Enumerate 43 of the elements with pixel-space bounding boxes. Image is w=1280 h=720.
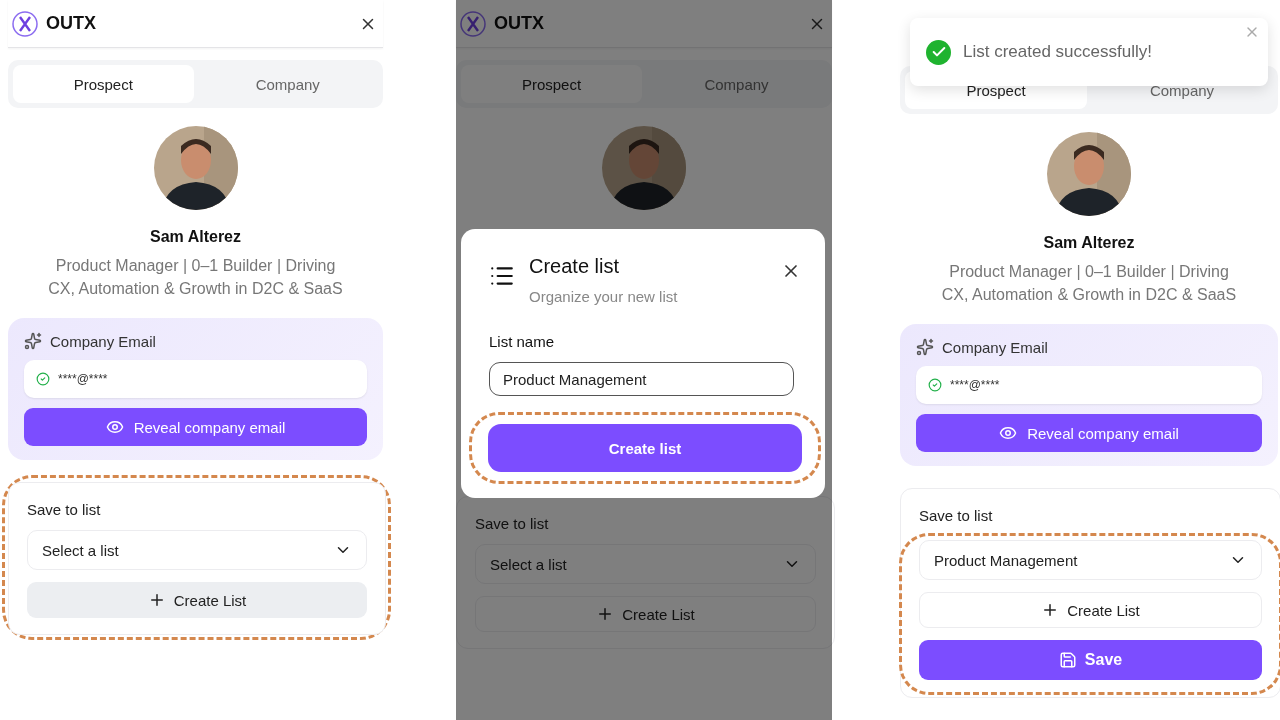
check-icon [926,39,951,65]
list-select[interactable]: Select a list [27,530,367,570]
sparkle-icon [24,332,42,350]
create-list-button[interactable]: Create List [475,596,816,632]
prospect-headline: Product Manager | 0–1 Builder | Driving CX, Automation & Growth in D2C & SaaS [47,256,344,299]
toast-message: List created successfully! [963,42,1153,62]
check-circle-icon [36,372,50,386]
prospect-headline: Product Manager | 0–1 Builder | Driving CX, Automation & Growth in D2C & SaaS [940,262,1238,305]
check-circle-icon [928,378,942,392]
tab[interactable]: Prospect [461,65,642,103]
create-list-button[interactable]: Create List [919,592,1262,628]
tab[interactable]: Company [197,65,378,103]
list-select[interactable]: Select a list [475,544,816,584]
list-name-field[interactable]: Product Management [489,362,794,396]
field-label: List name [489,333,556,350]
card-title: Company Email [50,332,156,350]
save-icon [1058,651,1077,669]
tab[interactable]: Prospect [13,65,194,103]
email-field: ****@**** [916,366,1262,404]
tab[interactable]: Company [1091,71,1273,109]
list-select[interactable]: Product Management [919,540,1262,580]
dialog-title: Create list [529,255,621,278]
dialog-subtitle: Organize your new list [529,288,679,305]
save-list-label: Save to list [27,501,102,518]
reveal-email-button[interactable]: Reveal company email [916,414,1262,452]
card-title: Company Email [942,338,1048,356]
email-field: ****@**** [24,360,367,398]
brand-name: OUTX [46,13,96,34]
create-list-button[interactable]: Create List [27,582,367,618]
logo-icon [12,10,38,37]
eye-icon [105,418,124,436]
brand-name: OUTX [494,13,544,34]
create-list-button[interactable]: Create list [488,424,802,472]
prospect-name: Sam Alterez [149,228,242,246]
sparkle-icon [916,338,934,356]
eye-icon [999,424,1018,442]
reveal-email-button[interactable]: Reveal company email [24,408,367,446]
logo-icon [460,10,486,37]
save-button[interactable]: Save [919,640,1262,680]
save-list-label: Save to list [919,507,994,524]
prospect-name: Sam Alterez [1042,234,1136,252]
save-list-label: Save to list [475,515,550,532]
tab[interactable]: Company [646,65,827,103]
